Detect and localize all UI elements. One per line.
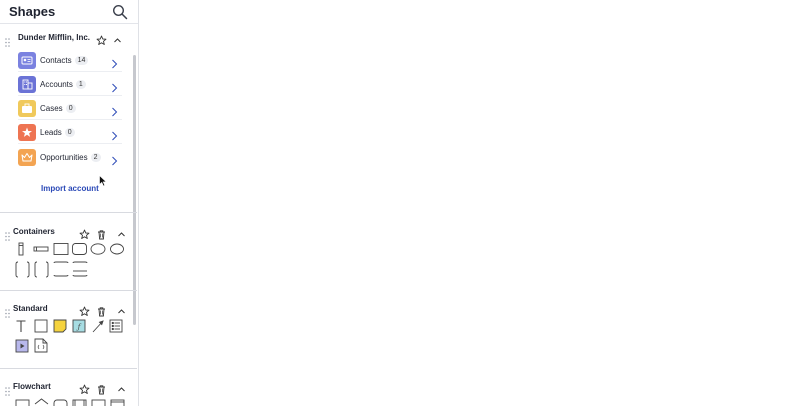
account-item-leads[interactable]: Leads 0 [18, 122, 122, 144]
search-icon[interactable] [112, 4, 128, 20]
section-title: Containers [13, 227, 55, 236]
crown-icon [18, 149, 36, 166]
account-item-cases[interactable]: Cases 0 [18, 98, 122, 120]
account-item-contacts[interactable]: Contacts 14 [18, 50, 122, 72]
containers-section: Containers [0, 225, 131, 285]
mouse-cursor-icon [99, 174, 108, 187]
import-account-link[interactable]: Import account [41, 184, 99, 193]
account-item-label: Leads 0 [40, 128, 75, 137]
count-badge: 1 [75, 80, 86, 89]
account-item-label: Accounts 1 [40, 80, 86, 89]
account-item-accounts[interactable]: Accounts 1 [18, 74, 122, 96]
flowchart-shapes-grid[interactable] [14, 398, 129, 406]
account-item-opportunities[interactable]: Opportunities 2 [18, 147, 122, 169]
collapse-chevron-icon[interactable] [112, 33, 123, 44]
star-favorite-icon[interactable] [96, 33, 107, 45]
section-divider [0, 212, 137, 213]
count-badge: 0 [64, 128, 75, 137]
diagram-canvas[interactable] [139, 0, 800, 406]
standard-section: Standard ƒ [0, 302, 131, 362]
chevron-right-icon[interactable] [111, 153, 118, 166]
count-badge: 0 [65, 104, 76, 113]
chevron-right-icon[interactable] [111, 80, 118, 93]
section-divider [0, 290, 137, 291]
chevron-right-icon[interactable] [111, 104, 118, 117]
drag-handle-icon[interactable] [5, 228, 10, 241]
star-favorite-icon[interactable] [79, 304, 90, 316]
standard-shapes-grid[interactable]: ƒ [14, 318, 129, 358]
chevron-right-icon[interactable] [111, 56, 118, 69]
star-favorite-icon[interactable] [79, 382, 90, 394]
star-icon [18, 124, 36, 141]
panel-title: Shapes [9, 4, 56, 19]
trash-icon[interactable] [96, 382, 107, 395]
panel-header: Shapes [0, 0, 138, 24]
count-badge: 2 [90, 153, 101, 162]
star-favorite-icon[interactable] [79, 227, 90, 239]
scrollbar-thumb[interactable] [133, 55, 136, 325]
container-shapes-grid[interactable] [14, 241, 129, 281]
section-title: Standard [13, 304, 48, 313]
account-name: Dunder Mifflin, Inc. [18, 33, 90, 42]
drag-handle-icon[interactable] [5, 383, 10, 396]
account-item-label: Opportunities 2 [40, 153, 101, 162]
collapse-chevron-icon[interactable] [116, 304, 127, 315]
drag-handle-icon[interactable] [5, 34, 10, 47]
section-divider [0, 368, 137, 369]
building-icon [18, 76, 36, 93]
collapse-chevron-icon[interactable] [116, 382, 127, 393]
shapes-panel: Shapes Dunder Mifflin, Inc. Contacts14 [0, 0, 139, 406]
account-item-label: Contacts 14 [40, 56, 89, 65]
trash-icon[interactable] [96, 227, 107, 240]
flowchart-section-header: Flowchart [0, 380, 131, 398]
collapse-chevron-icon[interactable] [116, 227, 127, 238]
account-item-label: Cases 0 [40, 104, 76, 113]
chevron-right-icon[interactable] [111, 128, 118, 141]
trash-icon[interactable] [96, 304, 107, 317]
section-title: Flowchart [13, 382, 51, 391]
briefcase-icon [18, 100, 36, 117]
count-badge: 14 [74, 56, 89, 65]
contact-card-icon [18, 52, 36, 69]
drag-handle-icon[interactable] [5, 305, 10, 318]
flowchart-section: Flowchart [0, 380, 131, 406]
account-section-header: Dunder Mifflin, Inc. [0, 31, 131, 49]
